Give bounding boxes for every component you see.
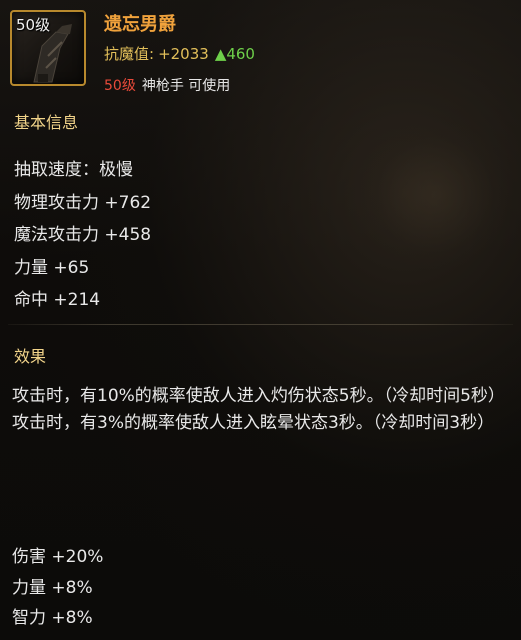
stat-hit-rate: 命中 +214	[14, 290, 101, 310]
level-badge: 50级	[16, 16, 51, 34]
required-level: 50级	[104, 78, 136, 94]
bonus-intelligence: 智力 +8%	[12, 608, 93, 628]
stat-magic-attack: 魔法攻击力 +458	[14, 225, 152, 245]
resist-line: 抗魔值: +2033 ▲460	[104, 43, 255, 64]
basic-stat-list: 抽取速度：极慢 物理攻击力 +762 魔法攻击力 +458 力量 +65 命中 …	[14, 155, 151, 318]
resist-upgrade: ▲460	[214, 45, 255, 63]
item-icon-slot[interactable]: 50级	[10, 10, 86, 86]
bonus-strength: 力量 +8%	[12, 577, 93, 598]
resist-label: 抗魔值:	[104, 45, 155, 63]
requirement-line: 50级 神枪手 可使用	[104, 75, 230, 95]
stat-draw-speed: 抽取速度：极慢	[14, 160, 133, 180]
item-name: 遗忘男爵	[104, 14, 176, 35]
basic-info-title: 基本信息	[14, 113, 79, 132]
bonus-stat-list: 伤害 +20% 力量 +8% 智力 +8%	[12, 542, 103, 634]
stat-physical-attack: 物理攻击力 +762	[14, 192, 152, 213]
required-class: 神枪手 可使用	[141, 78, 231, 94]
effect-burn-line: 攻击时，有10%的概率使敌人进入灼伤状态5秒。（冷却时间5秒）	[12, 386, 505, 406]
background-emblem	[360, 120, 510, 270]
bonus-damage: 伤害 +20%	[12, 547, 104, 567]
item-tooltip-panel: 50级 遗忘男爵 抗魔值: +2033 ▲460 50级 神枪手 可使用 基本信息 抽…	[0, 0, 521, 640]
effect-title: 效果	[14, 347, 47, 366]
resist-value: +2033	[158, 45, 209, 63]
effect-description: 攻击时，有10%的概率使敌人进入灼伤状态5秒。（冷却时间5秒） 攻击时，有3%的…	[12, 383, 505, 437]
section-divider	[8, 324, 513, 325]
effect-stun-line: 攻击时，有3%的概率使敌人进入眩晕状态3秒。（冷却时间3秒）	[12, 413, 495, 433]
stat-strength: 力量 +65	[14, 257, 90, 278]
